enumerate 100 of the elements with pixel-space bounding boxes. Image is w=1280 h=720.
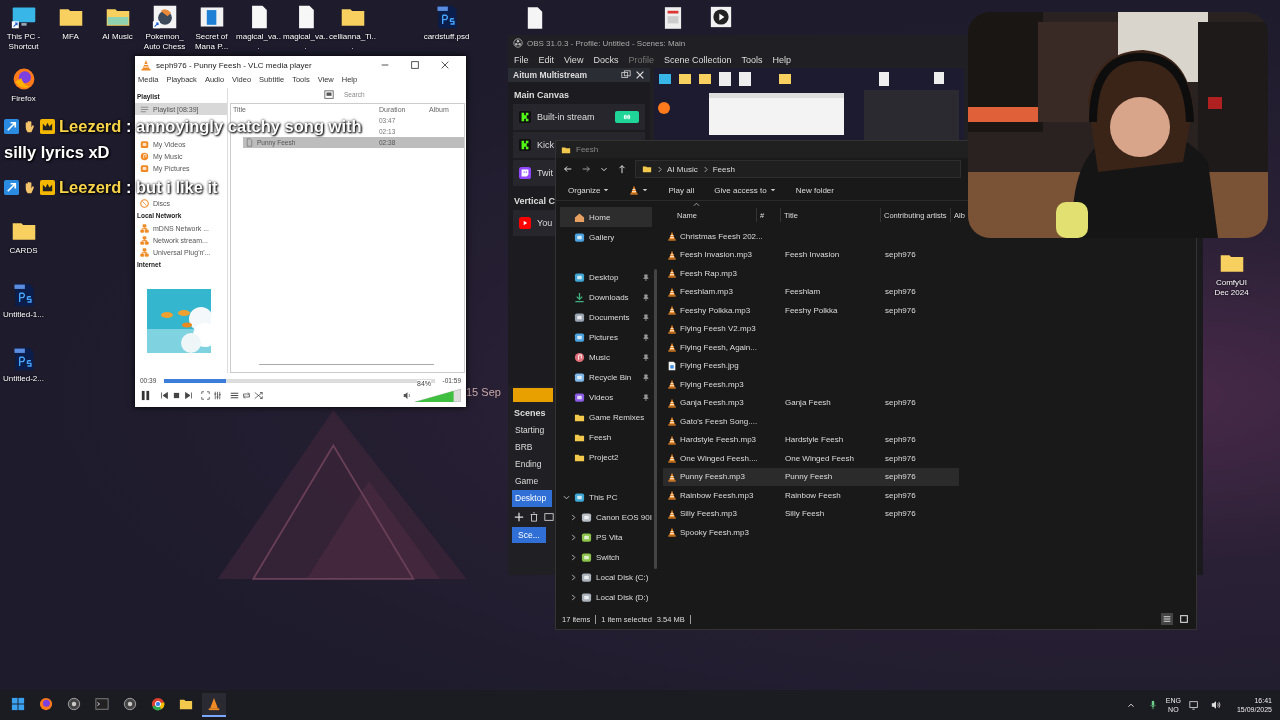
nav-item[interactable]: Pictures [560, 327, 652, 347]
desktop-icon[interactable]: cellianna_Ti... [329, 4, 376, 52]
scene-item[interactable]: Starting [512, 422, 552, 439]
nav-item[interactable]: Downloads [560, 287, 652, 307]
file-row[interactable]: Christmas Feesh 202... [663, 227, 959, 246]
add-icon[interactable] [514, 512, 524, 522]
network-icon[interactable] [1188, 700, 1199, 710]
microphone-icon[interactable] [1147, 700, 1158, 710]
file-row[interactable]: Flying Feesh.mp3 [663, 375, 959, 394]
undock-icon[interactable] [621, 70, 631, 80]
shuffle-icon[interactable] [254, 390, 263, 400]
nav-item[interactable]: This PC [560, 487, 652, 507]
toolbar-button[interactable]: Give access to [708, 182, 782, 198]
desktop-icon[interactable]: MFA [47, 4, 94, 52]
scene-item[interactable]: BRB [512, 439, 552, 456]
file-row[interactable]: Spooky Feesh.mp3 [663, 523, 959, 542]
volume-icon[interactable] [1210, 700, 1221, 710]
equalizer-icon[interactable] [213, 390, 222, 400]
desktop-icon[interactable]: This PC - Shortcut [0, 4, 47, 52]
tiles-view-icon[interactable] [1178, 613, 1190, 625]
chevron-right-icon[interactable] [570, 553, 577, 561]
volume-icon[interactable] [403, 390, 412, 400]
menu-item[interactable]: Docks [593, 54, 619, 65]
scene-item[interactable]: Ending [512, 456, 552, 473]
file-row[interactable]: Feeshy Polkka.mp3 Feeshy Polkka seph976 [663, 301, 959, 320]
desktop-icon[interactable]: Secret of Mana P... [188, 4, 235, 52]
loop-icon[interactable] [242, 390, 251, 400]
back-icon[interactable] [563, 164, 573, 174]
address-bar[interactable]: AI Music Feesh [635, 160, 961, 178]
chevron-right-icon[interactable] [570, 513, 577, 521]
desktop-icon[interactable]: Untitled-1... [0, 282, 47, 320]
fullscreen-icon[interactable] [201, 390, 210, 400]
nav-item[interactable]: Gallery [560, 227, 652, 247]
nav-item[interactable]: Home [560, 207, 652, 227]
desktop-icon[interactable]: Pokemon_ Auto Chess [141, 4, 188, 52]
seek-bar[interactable] [164, 378, 435, 383]
chevron-down-icon[interactable] [563, 493, 570, 501]
menu-item[interactable]: View [564, 54, 584, 65]
previous-icon[interactable] [160, 390, 169, 400]
maximize-icon[interactable] [410, 60, 420, 70]
file-row[interactable]: Feesh Rap.mp3 [663, 264, 959, 283]
menu-item[interactable]: Help [772, 54, 791, 65]
file-row[interactable]: Punny Feesh.mp3 Punny Feesh seph976 [663, 467, 959, 486]
file-row[interactable]: Hardstyle Feesh.mp3 Hardstyle Feesh seph976 [663, 430, 959, 449]
nav-item[interactable]: Project2 [560, 447, 652, 467]
toolbar-button[interactable]: New folder [789, 182, 840, 198]
chevron-right-icon[interactable] [570, 573, 577, 581]
pause-icon[interactable] [140, 389, 151, 401]
next-icon[interactable] [184, 390, 193, 400]
desktop-icon[interactable]: magical_va... [235, 4, 282, 52]
chevron-right-icon[interactable] [570, 533, 577, 541]
nav-item[interactable]: Switch [560, 547, 652, 567]
nav-item[interactable]: Documents [560, 307, 652, 327]
toolbar-button[interactable]: Play all [662, 182, 701, 198]
nav-item[interactable]: Recycle Bin [560, 367, 652, 387]
nav-item[interactable]: PS Vita [560, 527, 652, 547]
menu-item[interactable]: Tools [741, 54, 763, 65]
desktop-icon[interactable]: ComfyUI Dec 2024 [1208, 250, 1255, 298]
close-icon[interactable] [440, 60, 450, 70]
trash-icon[interactable] [529, 512, 539, 522]
file-row[interactable]: Feeshlam.mp3 Feeshlam seph976 [663, 282, 959, 301]
nav-item[interactable]: Game Remixes [560, 407, 652, 427]
file-row[interactable]: Flying Feesh V2.mp3 [663, 319, 959, 338]
forward-icon[interactable] [581, 164, 591, 174]
nav-item[interactable]: Feesh [560, 427, 652, 447]
details-view-icon[interactable] [1161, 613, 1173, 625]
stop-icon[interactable] [172, 390, 181, 400]
file-row[interactable]: Feesh Invasion.mp3 Feesh Invasion seph976 [663, 245, 959, 264]
file-row[interactable]: Rainbow Feesh.mp3 Rainbow Feesh seph976 [663, 486, 959, 505]
scene-button[interactable]: Sce... [512, 527, 546, 543]
scene-item[interactable]: Desktop [512, 490, 552, 507]
nav-item[interactable]: Videos [560, 387, 652, 407]
volume-slider[interactable] [415, 389, 461, 402]
playlist-view-icon[interactable] [324, 89, 334, 100]
menu-item[interactable]: File [514, 54, 529, 65]
desktop-icon[interactable]: AI Music [94, 4, 141, 52]
menu-item[interactable]: Scene Collection [663, 54, 732, 65]
desktop-icon[interactable]: cardstuff.psd [423, 4, 470, 52]
desktop-icon[interactable]: Firefox [0, 66, 47, 104]
scene-item[interactable]: Game [512, 473, 552, 490]
breadcrumb[interactable]: AI Music [667, 164, 698, 174]
nav-item[interactable]: Local Disk (D:) [560, 587, 652, 607]
file-row[interactable]: Flying Feesh.jpg [663, 356, 959, 375]
menu-item[interactable]: Edit [538, 54, 555, 65]
nav-item[interactable]: Music [560, 347, 652, 367]
file-row[interactable]: Gato's Feesh Song.... [663, 412, 959, 431]
playlist-icon[interactable] [230, 390, 239, 400]
breadcrumb[interactable]: Feesh [712, 164, 735, 174]
taskbar-app-button[interactable] [202, 693, 226, 717]
file-row[interactable]: One Winged Feesh.... One Winged Feesh seph976 [663, 449, 959, 468]
stream-toggle[interactable] [615, 111, 639, 123]
file-row[interactable]: Ganja Feesh.mp3 Ganja Feesh seph976 [663, 393, 959, 412]
nav-item[interactable]: Local Disk (C:) [560, 567, 652, 587]
desktop-icon[interactable]: Untitled-2... [0, 346, 47, 384]
desktop-icon[interactable]: CARDS [0, 218, 47, 256]
desktop-icon[interactable]: magical_va... [282, 4, 329, 52]
nav-item[interactable]: Desktop [560, 267, 652, 287]
file-row[interactable]: Silly Feesh.mp3 Silly Feesh seph976 [663, 504, 959, 523]
toolbar-button[interactable]: Organize [562, 182, 616, 198]
file-row[interactable]: Flying Feesh, Again... [663, 338, 959, 357]
